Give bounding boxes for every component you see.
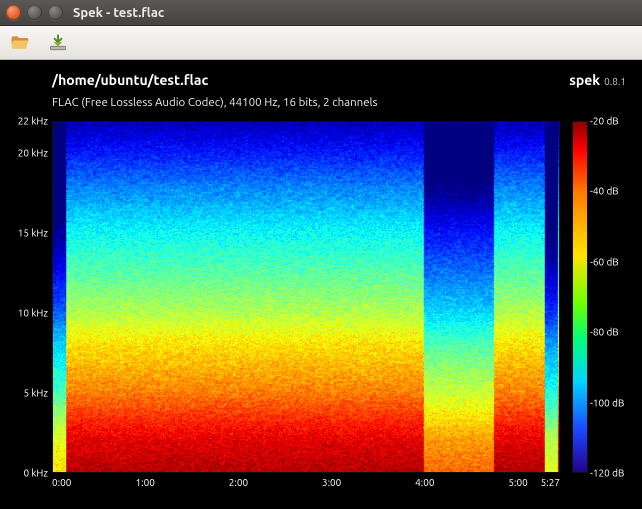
- window-title: Spek - test.flac: [73, 6, 164, 20]
- y-tick: 10 kHz: [18, 308, 48, 319]
- x-tick: 4:00: [415, 477, 434, 488]
- minimize-icon[interactable]: [27, 5, 42, 20]
- folder-open-icon: [9, 33, 31, 53]
- y-tick: 15 kHz: [18, 228, 48, 239]
- app-brand: spek 0.8.1: [569, 72, 626, 88]
- y-axis: 22 kHz20 kHz15 kHz10 kHz5 kHz0 kHz: [14, 121, 52, 473]
- download-icon: [47, 33, 69, 53]
- app-name: spek: [569, 72, 600, 88]
- colorbar-tick: -20 dB: [590, 116, 619, 127]
- titlebar: Spek - test.flac: [0, 0, 642, 26]
- colorbar-tick: -100 dB: [590, 397, 624, 408]
- y-tick: 22 kHz: [18, 116, 48, 127]
- x-tick: 5:27: [541, 477, 560, 488]
- save-button[interactable]: [46, 32, 70, 54]
- colorbar-gradient: [572, 121, 588, 473]
- content: /home/ubuntu/test.flac spek 0.8.1 FLAC (F…: [0, 60, 642, 509]
- x-tick: 5:00: [508, 477, 527, 488]
- spectrogram-canvas: [53, 122, 559, 472]
- spectrogram: [52, 121, 560, 473]
- colorbar-tick: -60 dB: [590, 256, 619, 267]
- x-tick: 3:00: [322, 477, 341, 488]
- y-tick: 20 kHz: [18, 148, 48, 159]
- y-tick: 0 kHz: [23, 468, 48, 479]
- close-icon[interactable]: [6, 5, 21, 20]
- colorbar: -20 dB-40 dB-60 dB-80 dB-100 dB-120 dB: [572, 121, 628, 473]
- colorbar-tick: -40 dB: [590, 186, 619, 197]
- x-axis: 0:00 1:00 2:00 3:00 4:00 5:00 5:27: [52, 473, 560, 495]
- file-meta: FLAC (Free Lossless Audio Codec), 44100 …: [14, 96, 628, 109]
- colorbar-tick: -120 dB: [590, 468, 624, 479]
- app-version: 0.8.1: [604, 76, 626, 87]
- y-tick: 5 kHz: [23, 388, 48, 399]
- toolbar: [0, 26, 642, 60]
- colorbar-tick: -80 dB: [590, 327, 619, 338]
- spectrogram-area: 22 kHz20 kHz15 kHz10 kHz5 kHz0 kHz -20 d…: [14, 121, 628, 473]
- x-tick: 1:00: [136, 477, 155, 488]
- x-tick: 0:00: [52, 477, 71, 488]
- file-path: /home/ubuntu/test.flac: [52, 72, 208, 88]
- x-tick: 2:00: [229, 477, 248, 488]
- maximize-icon[interactable]: [48, 5, 63, 20]
- open-button[interactable]: [8, 32, 32, 54]
